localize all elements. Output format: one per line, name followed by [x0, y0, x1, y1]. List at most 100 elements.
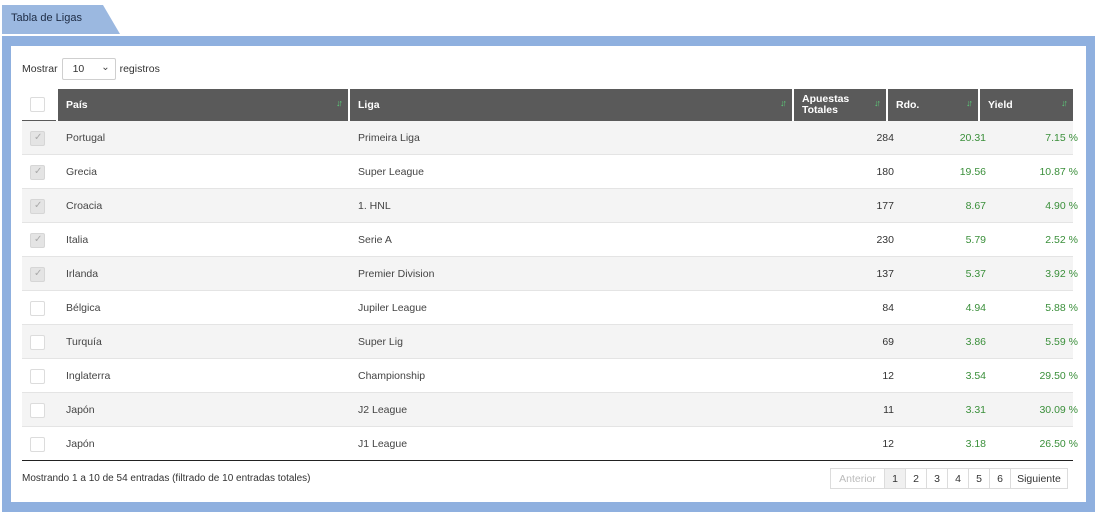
cell-liga: J2 League: [358, 404, 408, 416]
table-row[interactable]: Japón J1 League 12 3.18 26.50 %: [22, 427, 1078, 461]
cell-rdo: 19.56: [959, 166, 986, 178]
pagination-page-5[interactable]: 5: [968, 468, 990, 489]
cell-pais: Inglaterra: [66, 370, 111, 382]
cell-rdo: 5.37: [965, 268, 986, 280]
table-row[interactable]: Italia Serie A 230 5.79 2.52 %: [22, 223, 1078, 257]
tab-label: Tabla de Ligas: [11, 12, 82, 24]
row-checkbox[interactable]: [30, 267, 45, 282]
page-length-value: 10: [72, 63, 85, 75]
sort-icon: ↓↑: [780, 98, 787, 108]
row-checkbox[interactable]: [30, 131, 45, 146]
cell-rdo: 3.18: [965, 438, 986, 450]
column-header-apuestas-totales[interactable]: Apuestas Totales ↓↑: [794, 89, 886, 121]
table-row[interactable]: Portugal Primeira Liga 284 20.31 7.15 %: [22, 121, 1078, 155]
sort-desc-icon: ↓↑: [966, 98, 973, 108]
cell-yield: 10.87 %: [1039, 166, 1078, 178]
pagination-page-1[interactable]: 1: [884, 468, 906, 489]
cell-yield: 7.15 %: [1045, 132, 1078, 144]
table-row[interactable]: Grecia Super League 180 19.56 10.87 %: [22, 155, 1078, 189]
row-checkbox[interactable]: [30, 335, 45, 350]
sort-icon: ↓↑: [1061, 98, 1068, 108]
column-header-label: Yield: [988, 98, 1013, 111]
cell-pais: Grecia: [66, 166, 97, 178]
column-header-label: Liga: [358, 98, 380, 111]
pagination-previous-button[interactable]: Anterior: [830, 468, 885, 489]
length-prefix: Mostrar: [22, 63, 58, 75]
cell-apuestas-totales: 69: [882, 336, 894, 348]
cell-pais: Japón: [66, 438, 95, 450]
column-header-liga[interactable]: Liga ↓↑: [350, 89, 792, 121]
row-checkbox[interactable]: [30, 301, 45, 316]
row-checkbox[interactable]: [30, 199, 45, 214]
cell-rdo: 4.94: [965, 302, 986, 314]
tab-bar: Tabla de Ligas: [0, 0, 1098, 36]
cell-liga: Super League: [358, 166, 424, 178]
cell-pais: Turquía: [66, 336, 102, 348]
cell-rdo: 3.54: [965, 370, 986, 382]
row-checkbox[interactable]: [30, 233, 45, 248]
cell-apuestas-totales: 180: [876, 166, 894, 178]
cell-liga: 1. HNL: [358, 200, 391, 212]
table-row[interactable]: Japón J2 League 11 3.31 30.09 %: [22, 393, 1078, 427]
cell-pais: Portugal: [66, 132, 106, 144]
page-length-select[interactable]: 10 ⌄: [61, 58, 116, 80]
table-row[interactable]: Croacia 1. HNL 177 8.67 4.90 %: [22, 189, 1078, 223]
table-row[interactable]: Bélgica Jupiler League 84 4.94 5.88 %: [22, 291, 1078, 325]
column-header-rdo[interactable]: Rdo. ↓↑: [888, 89, 978, 121]
column-header-label: Rdo.: [896, 98, 920, 111]
pagination-next-button[interactable]: Siguiente: [1010, 468, 1068, 489]
cell-liga: J1 League: [358, 438, 408, 450]
cell-apuestas-totales: 137: [876, 268, 894, 280]
pagination-page-3[interactable]: 3: [926, 468, 948, 489]
cell-rdo: 3.86: [965, 336, 986, 348]
table-row[interactable]: Turquía Super Lig 69 3.86 5.59 %: [22, 325, 1078, 359]
cell-rdo: 8.67: [965, 200, 986, 212]
column-header-label: Apuestas Totales: [802, 93, 850, 116]
cell-rdo: 5.79: [965, 234, 986, 246]
column-header-yield[interactable]: Yield ↓↑: [980, 89, 1073, 121]
column-header-pais[interactable]: País ↓↑: [58, 89, 348, 121]
cell-yield: 4.90 %: [1045, 200, 1078, 212]
table-bottom-border: [22, 460, 1073, 461]
row-checkbox[interactable]: [30, 165, 45, 180]
cell-apuestas-totales: 284: [876, 132, 894, 144]
cell-liga: Jupiler League: [358, 302, 427, 314]
table-header: País ↓↑ Liga ↓↑ Apuestas Totales ↓↑ Rdo. …: [22, 89, 1073, 121]
pagination-page-6[interactable]: 6: [989, 468, 1011, 489]
cell-yield: 30.09 %: [1039, 404, 1078, 416]
pagination-page-4[interactable]: 4: [947, 468, 969, 489]
chevron-down-icon: ⌄: [101, 62, 110, 73]
cell-pais: Irlanda: [66, 268, 99, 280]
cell-pais: Japón: [66, 404, 95, 416]
cell-apuestas-totales: 11: [883, 404, 894, 416]
table-row[interactable]: Irlanda Premier Division 137 5.37 3.92 %: [22, 257, 1078, 291]
cell-yield: 3.92 %: [1045, 268, 1078, 280]
cell-liga: Primeira Liga: [358, 132, 420, 144]
cell-liga: Super Lig: [358, 336, 403, 348]
sort-icon: ↓↑: [874, 98, 881, 108]
pagination-page-2[interactable]: 2: [905, 468, 927, 489]
cell-liga: Serie A: [358, 234, 392, 246]
cell-apuestas-totales: 84: [882, 302, 894, 314]
sort-icon: ↓↑: [336, 98, 343, 108]
pagination: Anterior 1 2 3 4 5 6 Siguiente: [830, 468, 1068, 489]
leagues-table-panel: Mostrar 10 ⌄ registros País ↓↑ Liga ↓↑ A…: [11, 46, 1086, 502]
cell-liga: Championship: [358, 370, 426, 382]
cell-yield: 2.52 %: [1045, 234, 1078, 246]
cell-apuestas-totales: 12: [882, 370, 894, 382]
column-header-label: País: [66, 98, 88, 111]
cell-yield: 5.59 %: [1045, 336, 1078, 348]
panel-frame: Mostrar 10 ⌄ registros País ↓↑ Liga ↓↑ A…: [2, 36, 1095, 512]
row-checkbox[interactable]: [30, 403, 45, 418]
length-control: Mostrar 10 ⌄ registros: [22, 58, 160, 80]
cell-yield: 5.88 %: [1045, 302, 1078, 314]
select-all-checkbox[interactable]: [30, 97, 45, 112]
row-checkbox[interactable]: [30, 369, 45, 384]
cell-apuestas-totales: 230: [876, 234, 894, 246]
row-checkbox[interactable]: [30, 437, 45, 452]
cell-pais: Croacia: [66, 200, 103, 212]
cell-pais: Bélgica: [66, 302, 101, 314]
cell-rdo: 20.31: [959, 132, 986, 144]
tab-tabla-de-ligas[interactable]: Tabla de Ligas: [2, 5, 120, 34]
table-row[interactable]: Inglaterra Championship 12 3.54 29.50 %: [22, 359, 1078, 393]
